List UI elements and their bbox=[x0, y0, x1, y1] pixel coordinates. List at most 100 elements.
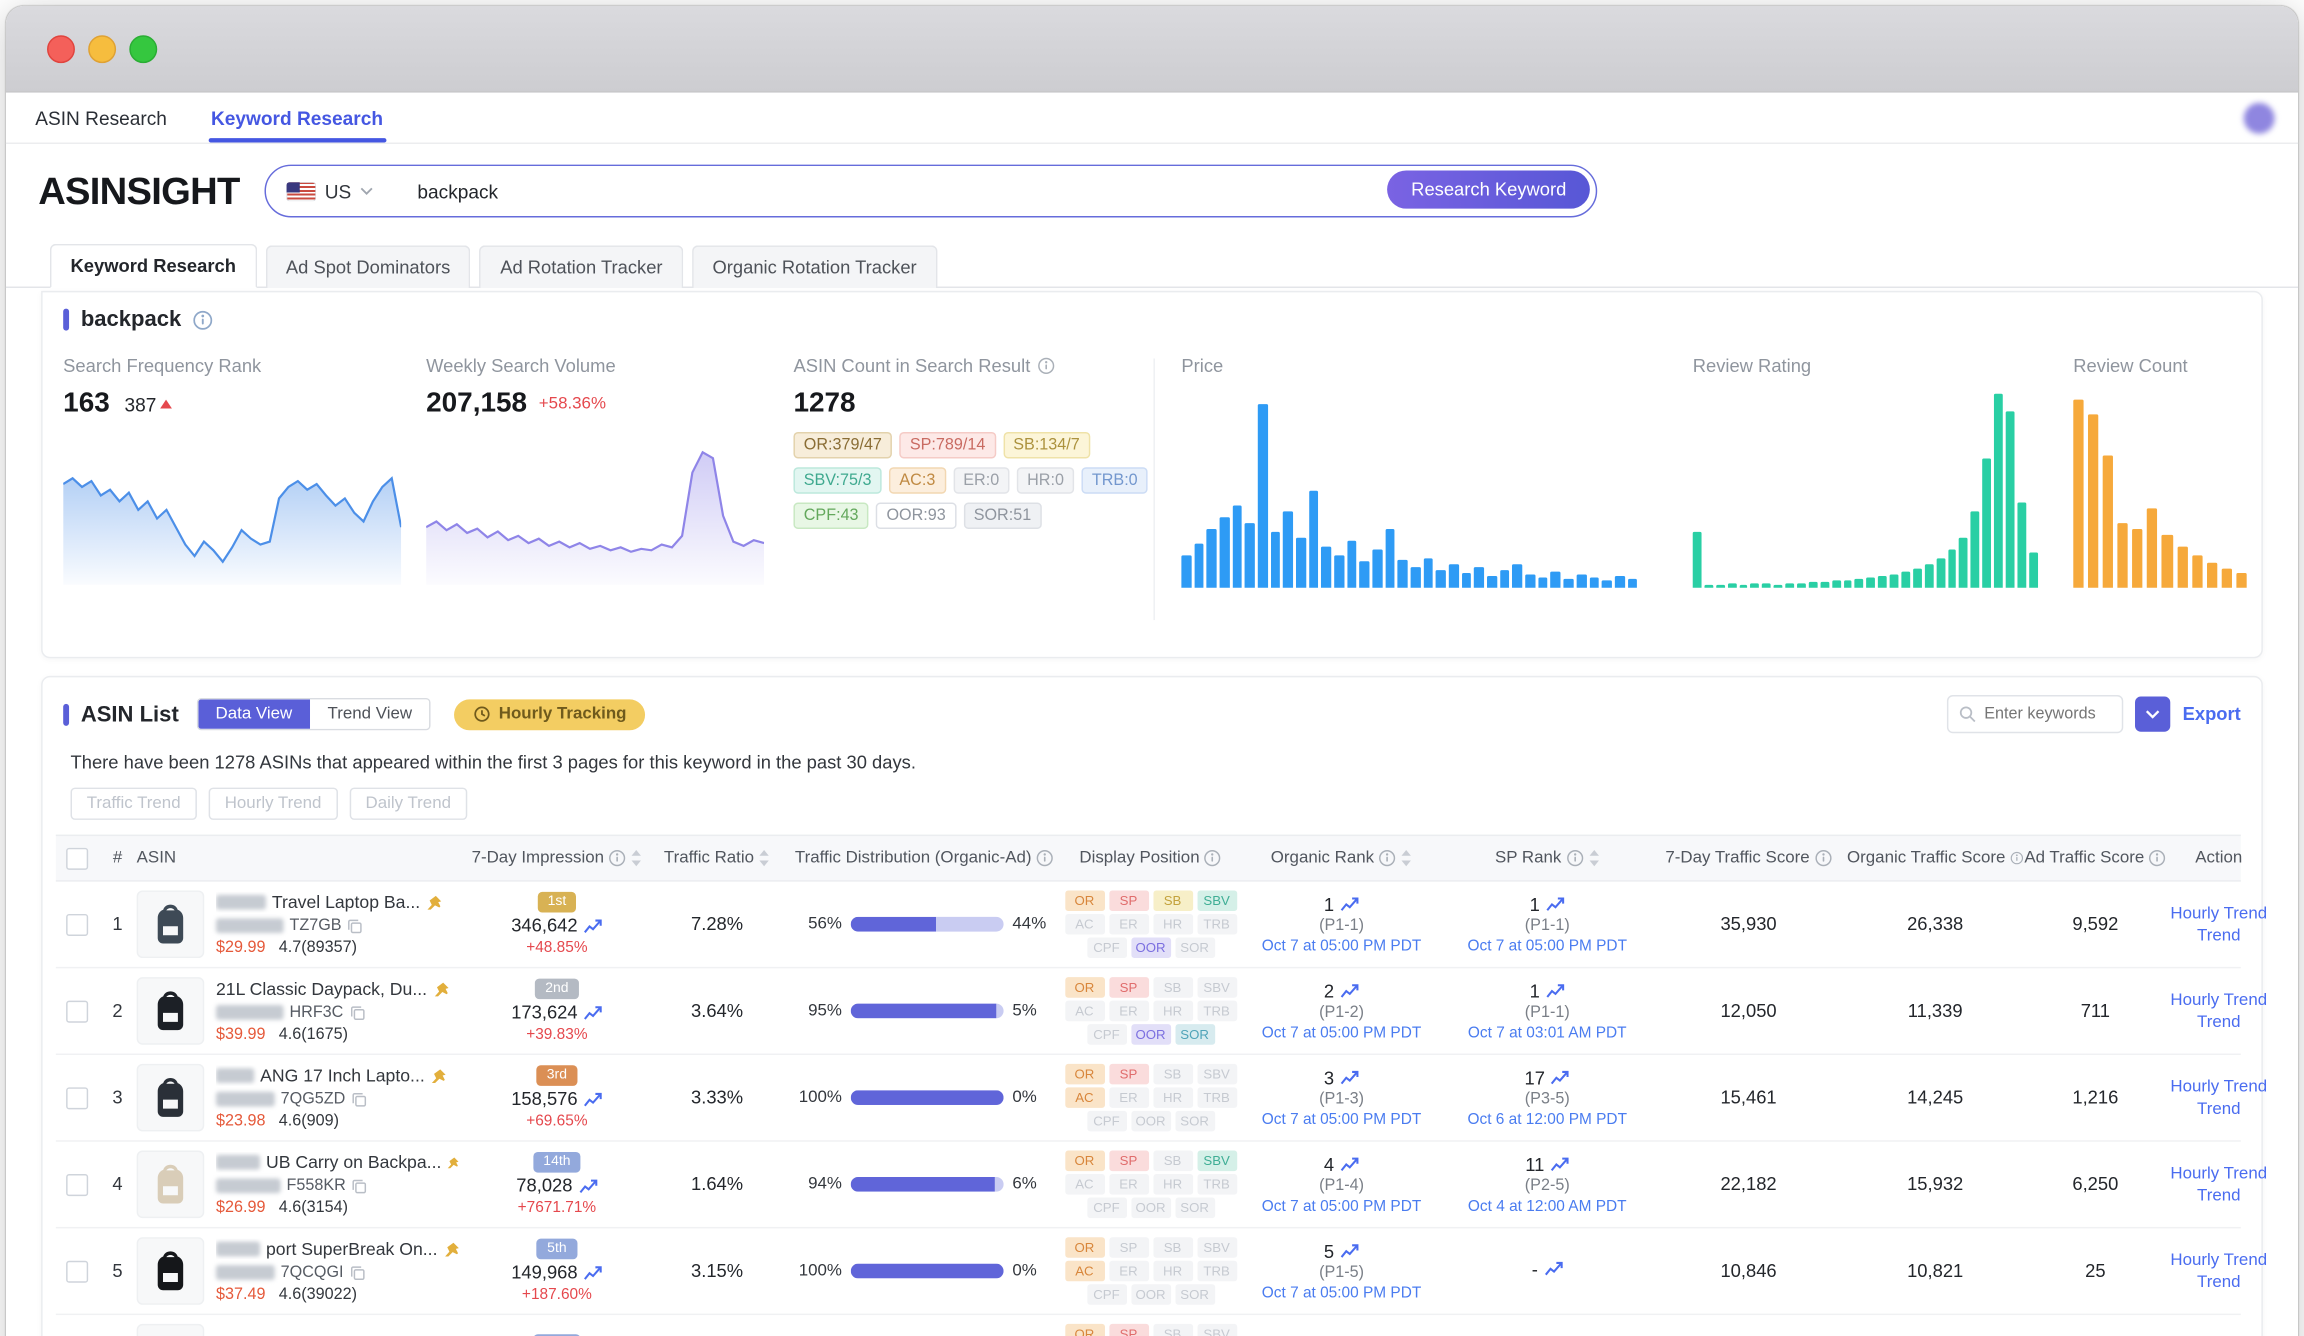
product-title[interactable]: Travel Laptop Ba... bbox=[272, 892, 420, 913]
hourly-trend-link[interactable]: Hourly Trend bbox=[2170, 991, 2267, 1009]
country-label: US bbox=[325, 180, 352, 202]
nav-tab-asin-research[interactable]: ASIN Research bbox=[35, 107, 167, 129]
row-checkbox[interactable] bbox=[66, 913, 88, 935]
sp-rank-date[interactable]: Oct 4 at 12:00 AM PDT bbox=[1468, 1197, 1627, 1215]
copy-icon[interactable] bbox=[347, 918, 363, 934]
organic-rank-date[interactable]: Oct 7 at 05:00 PM PDT bbox=[1262, 937, 1421, 955]
position-badge-oor: OOR bbox=[1131, 1284, 1171, 1305]
export-dropdown-button[interactable] bbox=[2136, 696, 2171, 731]
product-title[interactable]: 21L Classic Daypack, Du... bbox=[216, 979, 427, 1000]
product-image[interactable] bbox=[137, 1324, 205, 1336]
product-title[interactable]: port SuperBreak On... bbox=[266, 1239, 438, 1260]
pin-icon[interactable] bbox=[443, 1241, 459, 1257]
hourly-trend-link[interactable]: Hourly Trend bbox=[2170, 904, 2267, 922]
organic-rank-date[interactable]: Oct 7 at 05:00 PM PDT bbox=[1262, 1197, 1421, 1215]
trend-link[interactable]: Trend bbox=[2197, 926, 2241, 944]
pin-icon[interactable] bbox=[426, 894, 442, 910]
traffic-trend-button[interactable]: Traffic Trend bbox=[71, 788, 197, 820]
hourly-trend-link[interactable]: Hourly Trend bbox=[2170, 1164, 2267, 1182]
sort-icon[interactable] bbox=[758, 849, 770, 867]
position-badge-sbv: SBV bbox=[1197, 977, 1237, 998]
trend-chart-icon[interactable] bbox=[1340, 1070, 1359, 1086]
column-header[interactable]: Traffic Ratio bbox=[648, 849, 786, 867]
row-checkbox[interactable] bbox=[66, 1000, 88, 1022]
trend-chart-icon[interactable] bbox=[583, 1264, 602, 1280]
trend-chart-icon[interactable] bbox=[1340, 1156, 1359, 1172]
row-checkbox[interactable] bbox=[66, 1173, 88, 1195]
organic-rank-date[interactable]: Oct 7 at 05:00 PM PDT bbox=[1262, 1284, 1421, 1302]
trend-chart-icon[interactable] bbox=[1551, 1070, 1570, 1086]
trend-chart-icon[interactable] bbox=[1340, 1243, 1359, 1259]
info-icon[interactable] bbox=[1038, 357, 1056, 375]
sp-rank-date[interactable]: Oct 6 at 12:00 PM PDT bbox=[1467, 1110, 1626, 1128]
product-image[interactable] bbox=[137, 1064, 205, 1132]
trend-chart-icon[interactable] bbox=[1546, 983, 1565, 999]
organic-rank-value: 2 bbox=[1324, 981, 1334, 1002]
tab-keyword-research[interactable]: Keyword Research bbox=[50, 244, 257, 288]
product-title[interactable]: ANG 17 Inch Lapto... bbox=[260, 1065, 425, 1086]
sp-rank-date[interactable]: Oct 7 at 05:00 PM PDT bbox=[1467, 937, 1626, 955]
hourly-trend-button[interactable]: Hourly Trend bbox=[209, 788, 338, 820]
sort-icon[interactable] bbox=[630, 849, 642, 867]
trend-chart-icon[interactable] bbox=[1546, 896, 1565, 912]
sort-icon[interactable] bbox=[1588, 849, 1600, 867]
row-checkbox[interactable] bbox=[66, 1087, 88, 1109]
country-select[interactable]: US bbox=[266, 180, 391, 202]
trend-chart-icon[interactable] bbox=[1340, 983, 1359, 999]
column-header[interactable]: Organic Rank bbox=[1239, 849, 1445, 867]
zoom-button[interactable] bbox=[129, 35, 157, 63]
column-header[interactable]: SP Rank bbox=[1444, 849, 1650, 867]
tab-ad-rotation-tracker[interactable]: Ad Rotation Tracker bbox=[480, 245, 683, 288]
nav-tab-keyword-research[interactable]: Keyword Research bbox=[211, 107, 383, 129]
trend-link[interactable]: Trend bbox=[2197, 1273, 2241, 1291]
select-all-checkbox[interactable] bbox=[66, 847, 88, 869]
trend-chart-icon[interactable] bbox=[1550, 1156, 1569, 1172]
minimize-button[interactable] bbox=[88, 35, 116, 63]
organic-rank-date[interactable]: Oct 7 at 05:00 PM PDT bbox=[1262, 1110, 1421, 1128]
position-badge-sbv: SBV bbox=[1197, 1064, 1237, 1085]
copy-icon[interactable] bbox=[352, 1178, 368, 1194]
copy-icon[interactable] bbox=[351, 1091, 367, 1107]
copy-icon[interactable] bbox=[349, 1004, 365, 1020]
keyword-info-icon[interactable] bbox=[193, 309, 214, 330]
trend-chart-icon[interactable] bbox=[583, 1091, 602, 1107]
product-title[interactable]: UB Carry on Backpa... bbox=[266, 1152, 441, 1173]
trend-chart-icon[interactable] bbox=[583, 918, 602, 934]
trend-view-button[interactable]: Trend View bbox=[310, 699, 430, 728]
trend-link[interactable]: Trend bbox=[2197, 1013, 2241, 1031]
column-header[interactable]: 7-Day Impression bbox=[466, 849, 648, 867]
product-image[interactable] bbox=[137, 977, 205, 1045]
app-logo[interactable]: ASINSIGHT bbox=[38, 168, 244, 214]
close-button[interactable] bbox=[47, 35, 75, 63]
copy-icon[interactable] bbox=[349, 1264, 365, 1280]
trend-link[interactable]: Trend bbox=[2197, 1100, 2241, 1118]
sort-icon[interactable] bbox=[1401, 849, 1413, 867]
product-image[interactable] bbox=[137, 1151, 205, 1219]
daily-trend-button[interactable]: Daily Trend bbox=[349, 788, 467, 820]
pin-icon[interactable] bbox=[431, 1068, 447, 1084]
sp-rank-date[interactable]: Oct 7 at 03:01 AM PDT bbox=[1468, 1023, 1627, 1041]
product-image[interactable] bbox=[137, 1237, 205, 1305]
trend-link[interactable]: Trend bbox=[2197, 1187, 2241, 1205]
hourly-trend-link[interactable]: Hourly Trend bbox=[2170, 1078, 2267, 1096]
column-header: 7-Day Traffic Score bbox=[1650, 849, 1847, 867]
trend-chart-icon[interactable] bbox=[583, 1004, 602, 1020]
pin-icon[interactable] bbox=[447, 1154, 460, 1170]
tab-organic-rotation-tracker[interactable]: Organic Rotation Tracker bbox=[692, 245, 937, 288]
asin-count-badge-hr: HR:0 bbox=[1017, 467, 1074, 493]
trend-chart-icon[interactable] bbox=[1340, 896, 1359, 912]
organic-rank-date[interactable]: Oct 7 at 05:00 PM PDT bbox=[1262, 1023, 1421, 1041]
trend-chart-icon[interactable] bbox=[578, 1178, 597, 1194]
trend-chart-icon[interactable] bbox=[1544, 1261, 1563, 1277]
pin-icon[interactable] bbox=[433, 981, 449, 997]
data-view-button[interactable]: Data View bbox=[198, 699, 310, 728]
hourly-tracking-button[interactable]: Hourly Tracking bbox=[455, 699, 646, 730]
export-link[interactable]: Export bbox=[2183, 704, 2241, 725]
impression-value: 346,642 bbox=[511, 915, 577, 936]
user-avatar[interactable] bbox=[2244, 103, 2275, 134]
tab-ad-spot-dominators[interactable]: Ad Spot Dominators bbox=[265, 245, 471, 288]
product-image[interactable] bbox=[137, 890, 205, 958]
hourly-trend-link[interactable]: Hourly Trend bbox=[2170, 1251, 2267, 1269]
row-checkbox[interactable] bbox=[66, 1260, 88, 1282]
research-keyword-button[interactable]: Research Keyword bbox=[1388, 170, 1590, 208]
